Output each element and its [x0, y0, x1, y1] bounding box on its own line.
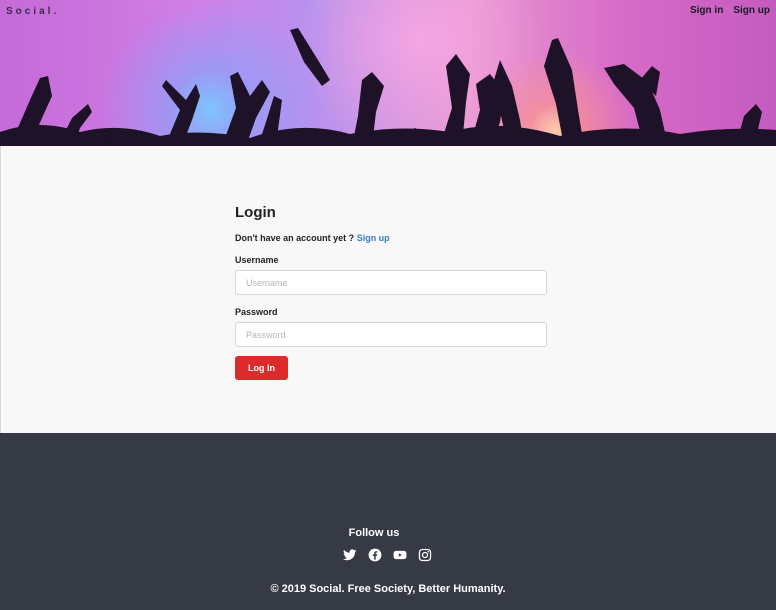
brand-logo[interactable]: Social.	[6, 6, 59, 17]
password-label: Password	[235, 307, 278, 317]
social-links	[343, 548, 432, 562]
username-input[interactable]	[235, 270, 547, 295]
login-button[interactable]: Log In	[235, 356, 288, 380]
nav-sign-up-link[interactable]: Sign up	[733, 5, 770, 16]
hero-banner: Social. Sign in Sign up	[0, 0, 776, 146]
page-title: Login	[235, 204, 276, 221]
password-input[interactable]	[235, 322, 547, 347]
nav-sign-in-link[interactable]: Sign in	[690, 5, 723, 16]
facebook-icon[interactable]	[368, 548, 382, 562]
login-form: Login Don't have an account yet ? Sign u…	[235, 204, 547, 380]
username-label: Username	[235, 255, 279, 265]
footer: Follow us © 2019 Social. Free Society, B…	[0, 433, 776, 610]
instagram-icon[interactable]	[418, 548, 432, 562]
main-content: Login Don't have an account yet ? Sign u…	[0, 146, 776, 433]
twitter-icon[interactable]	[343, 548, 357, 562]
youtube-icon[interactable]	[393, 548, 407, 562]
signup-link[interactable]: Sign up	[357, 233, 390, 243]
signup-prompt: Don't have an account yet ? Sign up	[235, 233, 547, 243]
crowd-silhouette	[0, 28, 776, 146]
follow-us-heading: Follow us	[348, 527, 400, 539]
signup-prompt-text: Don't have an account yet ?	[235, 233, 355, 243]
copyright-text: © 2019 Social. Free Society, Better Huma…	[270, 583, 506, 595]
top-nav: Sign in Sign up	[690, 5, 770, 16]
